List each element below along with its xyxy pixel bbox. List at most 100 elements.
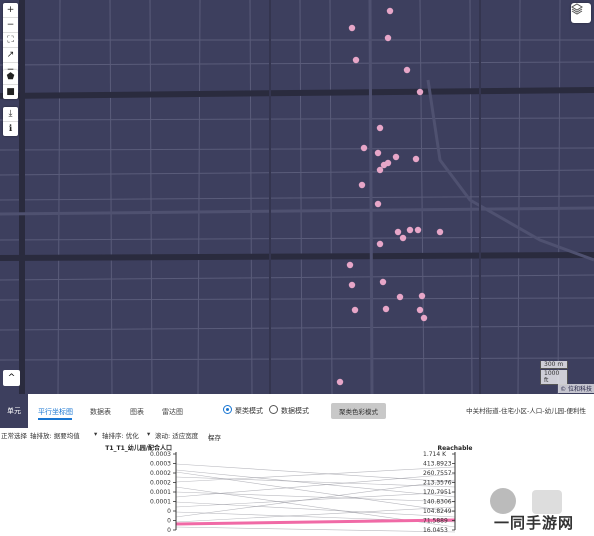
axis-2-tick-label: 260.7557 [423,470,452,477]
map-point[interactable] [436,228,444,236]
plus-icon: + [6,4,15,15]
data-line [175,491,456,508]
axis-1-tick-label: 0.0003 [150,461,171,468]
map-point[interactable] [379,278,387,286]
tab-chart[interactable]: 图表 [130,407,144,417]
tab-unit[interactable]: 单元 [0,394,28,428]
data-mode-label: 数据模式 [281,407,309,415]
map-point[interactable] [360,144,368,152]
info-icon: ℹ [8,123,13,134]
expand-button[interactable]: ↗ [3,48,18,63]
layers-button[interactable] [571,3,591,23]
axis-2-tick-label: 16.0453 [423,527,448,534]
map-point[interactable] [351,306,359,314]
active-tab-indicator [38,418,72,420]
download-button[interactable]: ⤓ [3,107,18,122]
save-label: 保存 [208,434,221,442]
expand-icon: ↗ [6,49,15,60]
data-line [175,526,456,533]
normal-select-option[interactable]: 正常选择 [1,430,27,440]
fullscreen-button[interactable]: ⛶ [3,33,18,48]
map-view[interactable]: +−⛶↗− ⬟■ ⤓ℹ ^ 300 m 1000 ft © 位和科技 [0,0,594,394]
watermark-logo [490,488,516,514]
data-line [175,463,456,483]
map-zoom-toolbar: +−⛶↗− [3,3,18,77]
info-button[interactable]: ℹ [3,122,18,136]
axis-2-tick-label: 1.714 K [423,451,447,458]
map-point[interactable] [412,155,420,163]
axis-1-tick-label: 0.0001 [150,489,171,496]
axis-2-tick-label: 413.8923 [423,461,452,468]
map-canvas[interactable] [0,0,594,394]
map-point[interactable] [348,24,356,32]
map-point[interactable] [374,200,382,208]
breadcrumb: 中关村街道-住宅小区-人口-幼儿园-便利性 [466,407,586,415]
chart-toolbar: 正常选择 轴排放: 据要均值 ▾ 轴排序: 优化 ▾ 滚动: 适应宽度 ⤓ 保存 [0,428,594,442]
axis-2-tick-label: 140.8306 [423,499,452,506]
axis-1-tick-label: 0.0003 [150,451,171,458]
watermark-text: 一同手游网 [494,514,575,532]
map-point[interactable] [376,240,384,248]
download-icon: ⤓ [8,108,13,119]
map-point[interactable] [403,66,411,74]
map-point[interactable] [348,281,356,289]
tab-bar: 单元 平行坐标图 数据表 图表 雷达图 聚类模式 数据模式 聚类色彩模式 中关村… [0,394,594,428]
cluster-color-button[interactable]: 聚类色彩模式 [331,403,386,419]
chevron-down-icon: ▾ [94,430,98,438]
highlight-line [175,518,456,526]
axis-1-tick-label: 0.0002 [150,470,171,477]
map-point[interactable] [416,306,424,314]
map-point[interactable] [418,292,426,300]
map-point[interactable] [384,34,392,42]
tab-data-table[interactable]: 数据表 [90,407,111,417]
map-point[interactable] [352,56,360,64]
map-point[interactable] [399,234,407,242]
axis-1-tick-label: 0.0001 [150,499,171,506]
chevron-down-icon: ▾ [147,430,151,438]
map-point[interactable] [414,226,422,234]
axis-sort-select[interactable]: 轴排序: 优化 [102,430,139,440]
axis-1-tick-label: 0 [167,527,171,534]
map-point[interactable] [374,149,382,157]
tab-parallel-coordinates[interactable]: 平行坐标图 [38,407,73,417]
map-point[interactable] [336,378,344,386]
map-point[interactable] [394,228,402,236]
collapse-up-button[interactable]: ^ [3,370,20,386]
map-point[interactable] [376,124,384,132]
map-point[interactable] [386,7,394,15]
map-point[interactable] [384,159,392,167]
map-scale: 300 m 1000 ft [540,361,568,386]
map-point[interactable] [396,293,404,301]
map-point[interactable] [346,261,354,269]
map-export-toolbar: ⤓ ℹ [3,107,18,136]
plus-button[interactable]: + [3,3,18,18]
polygon-button[interactable]: ⬟ [3,70,18,85]
axis-layout-select[interactable]: 轴排放: 据要均值 [30,430,80,440]
cluster-mode-label: 聚类模式 [235,407,263,415]
data-line [175,466,456,483]
axis-2-tick-label: 71.5889 [423,518,448,525]
map-point[interactable] [420,314,428,322]
map-point[interactable] [416,88,424,96]
axis-1-tick-label: 0 [167,508,171,515]
watermark-icon [532,490,562,514]
axis-2-tick-label: 213.3576 [423,480,452,487]
data-mode-radio[interactable] [269,405,278,414]
axis-1-tick-label: 0.0002 [150,480,171,487]
map-point[interactable] [376,166,384,174]
square-icon: ■ [6,86,15,97]
axis-1-tick-label: 0 [167,518,171,525]
axis-2-tick-label: 104.8249 [423,508,452,515]
map-point[interactable] [392,153,400,161]
map-attribution[interactable]: © 位和科技 [558,384,594,393]
square-button[interactable]: ■ [3,85,18,99]
minus-button[interactable]: − [3,18,18,33]
scale-meters: 300 m [540,361,568,369]
map-point[interactable] [406,226,414,234]
map-draw-toolbar: ⬟ ■ [3,70,18,99]
tab-radar[interactable]: 雷达图 [162,407,183,417]
map-point[interactable] [382,305,390,313]
cluster-mode-radio[interactable] [223,405,232,414]
map-point[interactable] [358,181,366,189]
scroll-fit-select[interactable]: 滚动: 适应宽度 [155,430,198,440]
